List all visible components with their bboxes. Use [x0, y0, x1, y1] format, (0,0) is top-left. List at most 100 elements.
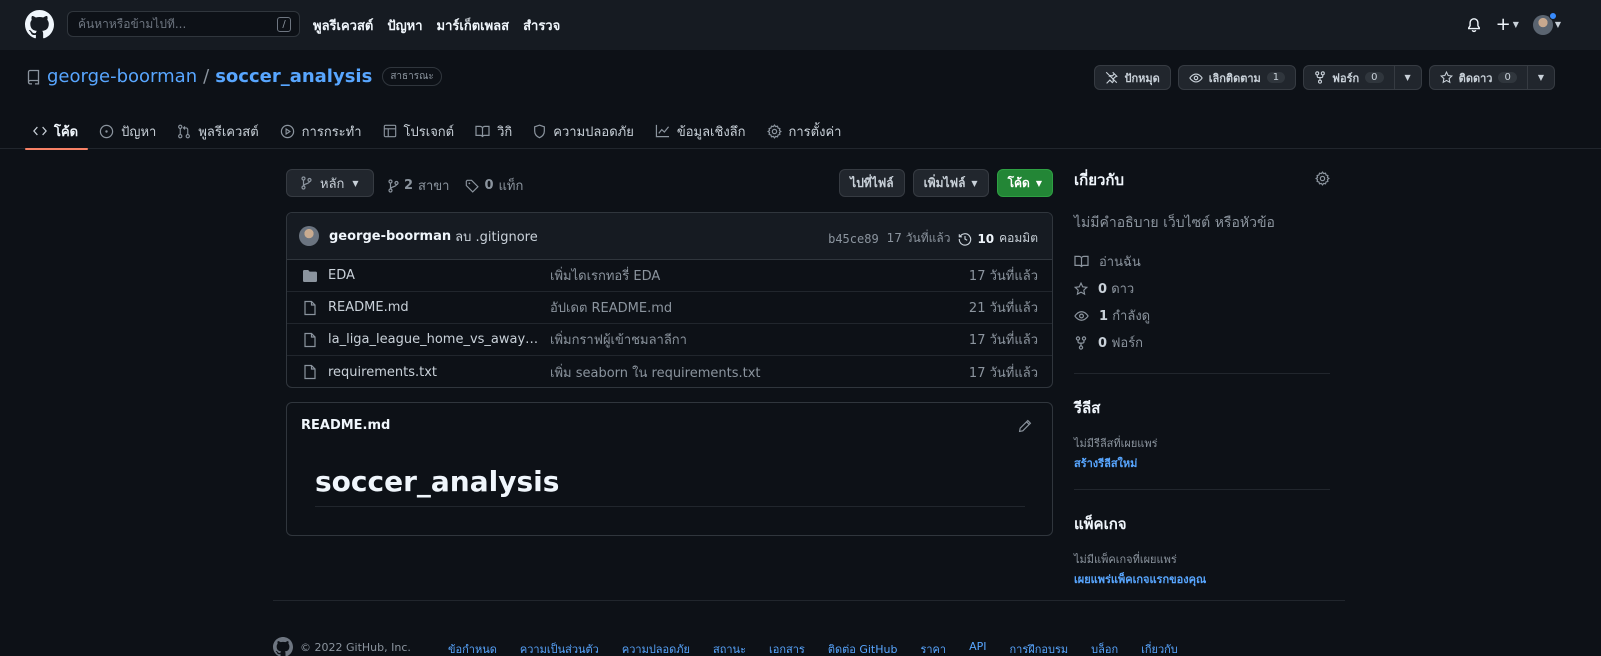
tab-issues[interactable]: ปัญหา: [91, 113, 166, 149]
add-file-label: เพิ่มไฟล์: [923, 175, 966, 190]
repo-header: george-boorman / soccer_analysis สาธารณะ…: [0, 50, 1601, 150]
file-name[interactable]: EDA: [328, 268, 540, 283]
tab-security[interactable]: ความปลอดภัย: [525, 113, 644, 149]
commit-history-link[interactable]: 10 คอมมิต: [958, 229, 1038, 248]
commit-author[interactable]: george-boorman: [329, 229, 451, 244]
list-item[interactable]: EDA เพิ่มไดเรกทอรี่ EDA 17 วันที่แล้ว: [287, 260, 1052, 292]
list-item[interactable]: README.md อัปเดต README.md 21 วันที่แล้ว: [287, 292, 1052, 324]
file-name[interactable]: requirements.txt: [328, 365, 540, 380]
watchers-link[interactable]: 1 กำลังดู: [1074, 302, 1330, 329]
nav-marketplace[interactable]: มาร์เก็ตเพลส: [437, 15, 510, 36]
shield-icon: [534, 124, 546, 138]
footer-link-docs[interactable]: เอกสาร: [769, 640, 805, 656]
forks-link[interactable]: 0 ฟอร์ก: [1074, 329, 1330, 356]
fork-button[interactable]: ฟอร์ก 0: [1303, 65, 1395, 90]
fork-button-group: ฟอร์ก 0 ▼: [1303, 65, 1422, 90]
file-commit-message[interactable]: เพิ่มไดเรกทอรี่ EDA: [550, 265, 660, 286]
tab-insights[interactable]: ข้อมูลเชิงลึก: [647, 113, 756, 149]
branches-link[interactable]: 2 สาขา: [388, 175, 449, 196]
gear-icon[interactable]: [1315, 171, 1330, 186]
tab-label: ความปลอดภัย: [553, 124, 634, 140]
github-logo-icon[interactable]: [25, 10, 54, 39]
readme-heading: soccer_analysis: [315, 465, 1025, 507]
commit-sha[interactable]: b45ce89: [828, 232, 879, 246]
file-date: 17 วันที่แล้ว: [968, 333, 1038, 348]
fork-dropdown-button[interactable]: ▼: [1394, 65, 1422, 90]
publish-package-link[interactable]: เผยแพร่แพ็คเกจแรกของคุณ: [1074, 570, 1330, 588]
footer-link-terms[interactable]: ข้อกำหนด: [448, 640, 497, 656]
plus-icon: +: [1495, 14, 1511, 35]
tab-wiki[interactable]: วิกิ: [467, 113, 522, 149]
tab-pull-requests[interactable]: พูลรีเควสต์: [169, 113, 268, 149]
nav-issues[interactable]: ปัญหา: [387, 15, 422, 36]
readme-filename[interactable]: README.md: [301, 418, 390, 433]
star-dropdown-button[interactable]: ▼: [1527, 65, 1555, 90]
avatar[interactable]: [299, 226, 319, 246]
stars-link[interactable]: 0 ดาว: [1074, 275, 1330, 302]
play-icon: [280, 124, 294, 138]
repo-owner-link[interactable]: george-boorman: [47, 66, 197, 87]
repo-name-link[interactable]: soccer_analysis: [215, 66, 372, 87]
search-box[interactable]: /: [67, 11, 300, 37]
nav-explore[interactable]: สำรวจ: [523, 15, 560, 36]
watch-label: เลิกติดตาม: [1208, 71, 1261, 85]
code-button[interactable]: โค้ด ▼: [996, 169, 1053, 197]
bell-icon[interactable]: [1466, 17, 1482, 33]
file-name[interactable]: la_liga_league_home_vs_away_att...: [328, 332, 540, 347]
create-new-menu[interactable]: + ▼: [1496, 14, 1519, 35]
file-commit-message[interactable]: เพิ่ม seaborn ใน requirements.txt: [550, 362, 761, 383]
pin-button[interactable]: ปักหมุด: [1094, 65, 1171, 90]
releases-empty-text: ไม่มีรีลีสที่เผยแพร่: [1074, 437, 1158, 450]
watch-button[interactable]: เลิกติดตาม 1: [1177, 65, 1297, 90]
pencil-icon[interactable]: [1018, 419, 1032, 433]
list-item[interactable]: la_liga_league_home_vs_away_att... เพิ่ม…: [287, 324, 1052, 356]
packages-title[interactable]: แพ็คเกจ: [1074, 512, 1330, 536]
go-to-file-button[interactable]: ไปที่ไฟล์: [839, 169, 905, 197]
star-button[interactable]: ติดดาว 0: [1428, 65, 1528, 90]
tab-settings[interactable]: การตั้งค่า: [759, 113, 852, 149]
list-item[interactable]: requirements.txt เพิ่ม seaborn ใน requir…: [287, 356, 1052, 387]
tab-actions[interactable]: การกระทำ: [272, 113, 372, 149]
commit-info: b45ce89 17 วันที่แล้ว 10 คอมมิต: [828, 229, 1038, 248]
footer-link-status[interactable]: สถานะ: [713, 640, 746, 656]
pull-request-icon: [178, 124, 191, 138]
star-button-group: ติดดาว 0 ▼: [1428, 65, 1555, 90]
commit-count: 10: [977, 231, 995, 246]
user-menu[interactable]: ▼: [1532, 11, 1561, 35]
footer-link-contact[interactable]: ติดต่อ GitHub: [828, 640, 898, 656]
github-logo-icon[interactable]: [273, 637, 293, 656]
star-icon: [1074, 281, 1088, 295]
tag-count-label: แท็ก: [498, 179, 524, 194]
tab-code[interactable]: โค้ด: [25, 113, 89, 150]
footer-link-pricing[interactable]: ราคา: [920, 640, 946, 656]
file-date: 17 วันที่แล้ว: [968, 365, 1038, 381]
search-input[interactable]: [78, 17, 268, 31]
file-name[interactable]: README.md: [328, 300, 540, 315]
footer-link-blog[interactable]: บล็อก: [1091, 640, 1118, 656]
readme-link[interactable]: อ่านฉัน: [1074, 248, 1330, 275]
code-icon: [33, 126, 47, 136]
pin-label: ปักหมุด: [1124, 71, 1160, 85]
tag-icon: [466, 179, 480, 193]
file-commit-message[interactable]: เพิ่มกราฟผู้เข้าชมลาลีกา: [550, 329, 687, 350]
commit-time: 17 วันที่แล้ว: [886, 231, 951, 245]
branch-meta: 2 สาขา 0 แท็ก: [388, 175, 523, 196]
branch-count: 2: [404, 178, 414, 193]
go-to-file-label: ไปที่ไฟล์: [850, 175, 894, 190]
tags-link[interactable]: 0 แท็ก: [465, 175, 523, 196]
add-file-button[interactable]: เพิ่มไฟล์ ▼: [912, 169, 989, 197]
about-stats: อ่านฉัน 0 ดาว 1 กำลังดู 0 ฟอร์ก: [1074, 248, 1330, 356]
pin-icon: [1106, 71, 1119, 84]
file-commit-message[interactable]: อัปเดต README.md: [550, 297, 672, 318]
footer-link-about[interactable]: เกี่ยวกับ: [1141, 640, 1178, 656]
branch-selector[interactable]: หลัก ▼: [286, 169, 374, 197]
footer-link-security[interactable]: ความปลอดภัย: [622, 640, 690, 656]
nav-pull-requests[interactable]: พูลรีเควสต์: [313, 15, 373, 36]
footer-link-training[interactable]: การฝึกอบรม: [1010, 640, 1069, 656]
commit-message[interactable]: ลบ .gitignore: [455, 226, 538, 247]
footer-link-privacy[interactable]: ความเป็นส่วนตัว: [520, 640, 599, 656]
footer-link-api[interactable]: API: [969, 640, 986, 656]
tab-projects[interactable]: โปรเจกต์: [375, 113, 465, 149]
create-release-link[interactable]: สร้างรีลีสใหม่: [1074, 454, 1330, 472]
releases-title[interactable]: รีลีส: [1074, 396, 1330, 420]
